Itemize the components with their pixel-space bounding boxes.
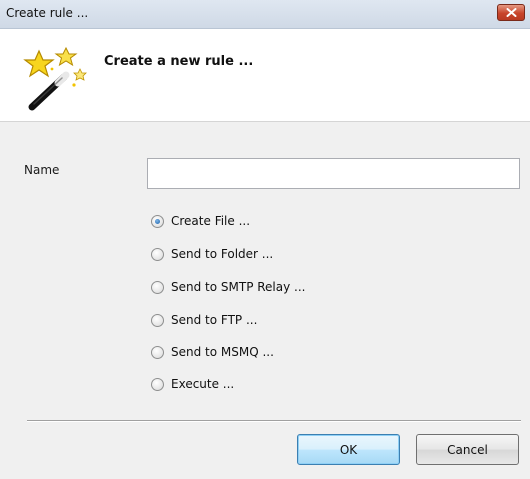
radio-button[interactable]: [151, 313, 164, 327]
magic-wand-icon: [23, 47, 87, 111]
radio-label: Create File ...: [171, 214, 251, 228]
radio-label: Send to Folder ...: [171, 247, 274, 261]
radio-button[interactable]: [151, 247, 164, 261]
footer-separator: [27, 420, 521, 422]
dialog-header: Create a new rule ...: [0, 29, 530, 122]
radio-button-checked[interactable]: [151, 214, 164, 228]
radio-button[interactable]: [151, 280, 164, 294]
window-title: Create rule ...: [6, 6, 89, 20]
create-rule-dialog: Create rule ... Create a new rule ... Na…: [0, 0, 530, 479]
radio-label: Send to SMTP Relay ...: [171, 280, 306, 294]
radio-label: Send to FTP ...: [171, 313, 258, 327]
radio-send-to-ftp[interactable]: Send to FTP ...: [151, 310, 257, 330]
radio-button[interactable]: [151, 377, 164, 391]
name-input[interactable]: [147, 158, 520, 189]
title-bar[interactable]: Create rule ...: [0, 0, 530, 29]
name-label: Name: [24, 163, 60, 177]
radio-execute[interactable]: Execute ...: [151, 374, 234, 394]
radio-button[interactable]: [151, 345, 164, 359]
radio-send-to-msmq[interactable]: Send to MSMQ ...: [151, 342, 274, 362]
radio-send-to-folder[interactable]: Send to Folder ...: [151, 244, 273, 264]
cancel-button[interactable]: Cancel: [416, 434, 519, 465]
radio-create-file[interactable]: Create File ...: [151, 211, 250, 231]
close-button[interactable]: [497, 4, 525, 21]
radio-label: Send to MSMQ ...: [171, 345, 274, 359]
radio-label: Execute ...: [171, 377, 235, 391]
radio-send-to-smtp-relay[interactable]: Send to SMTP Relay ...: [151, 277, 305, 297]
header-title: Create a new rule ...: [104, 54, 254, 69]
ok-button[interactable]: OK: [297, 434, 400, 465]
close-icon: [506, 8, 516, 17]
